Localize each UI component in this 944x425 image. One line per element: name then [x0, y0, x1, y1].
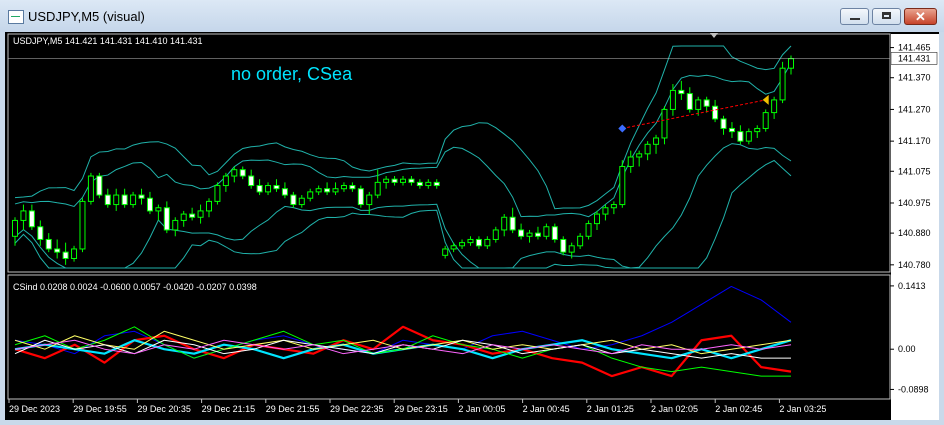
maximize-icon [882, 12, 891, 19]
time-tick-label: 29 Dec 21:55 [266, 404, 320, 414]
time-tick-label: 29 Dec 22:35 [330, 404, 384, 414]
price-tick-label: 141.370 [898, 73, 931, 83]
minimize-icon [850, 18, 860, 20]
price-tick-label: 140.975 [898, 198, 931, 208]
time-tick-label: 2 Jan 03:25 [779, 404, 826, 414]
current-price-label: 141.431 [898, 53, 931, 63]
candle [619, 160, 626, 208]
price-tick-label: 140.880 [898, 228, 931, 238]
price-tick-label: 141.075 [898, 166, 931, 176]
window-title: USDJPY,M5 (visual) [28, 9, 145, 24]
candle [214, 182, 221, 205]
time-tick-label: 29 Dec 2023 [9, 404, 60, 414]
time-tick-label: 29 Dec 20:35 [137, 404, 191, 414]
candle [96, 172, 103, 199]
maximize-button[interactable] [872, 8, 901, 25]
title-bar[interactable]: USDJPY,M5 (visual) ✕ [0, 0, 944, 32]
price-tick-label: 141.270 [898, 104, 931, 114]
time-tick-label: 2 Jan 02:45 [715, 404, 762, 414]
candle [560, 236, 567, 256]
chart-canvas[interactable]: USDJPY,M5 141.421 141.431 141.410 141.43… [5, 32, 939, 420]
price-tick-label: 141.170 [898, 136, 931, 146]
indicator-tick-label: 0.1413 [898, 281, 926, 291]
indicator-tick-label: -0.0898 [898, 384, 929, 394]
candle [357, 185, 364, 208]
minimize-button[interactable] [840, 8, 869, 25]
candle [87, 172, 94, 205]
close-button[interactable]: ✕ [904, 8, 937, 25]
indicator-info-line: CSind 0.0208 0.0024 -0.0600 0.0057 -0.04… [13, 282, 257, 292]
price-tick-label: 141.465 [898, 43, 931, 53]
candle [79, 198, 86, 253]
price-tick-label: 140.780 [898, 260, 931, 270]
candle [762, 109, 769, 132]
candle [585, 220, 592, 240]
time-tick-label: 2 Jan 00:05 [458, 404, 505, 414]
time-tick-label: 29 Dec 21:15 [202, 404, 256, 414]
time-tick-label: 2 Jan 00:45 [523, 404, 570, 414]
ea-comment: no order, CSea [231, 64, 353, 84]
chart-window-icon [8, 10, 24, 24]
terminal-window: USDJPY,M5 (visual) ✕ USDJPY,M5 141.421 1… [0, 0, 944, 425]
time-tick-label: 29 Dec 19:55 [73, 404, 127, 414]
candle [551, 223, 558, 243]
time-tick-label: 2 Jan 01:25 [587, 404, 634, 414]
price-info-line: USDJPY,M5 141.421 141.431 141.410 141.43… [13, 36, 202, 46]
time-tick-label: 29 Dec 23:15 [394, 404, 448, 414]
close-icon: ✕ [915, 9, 926, 24]
chart-background [5, 32, 939, 420]
indicator-tick-label: 0.00 [898, 344, 916, 354]
time-tick-label: 2 Jan 02:05 [651, 404, 698, 414]
candle [779, 61, 786, 104]
price-axis [891, 34, 939, 420]
